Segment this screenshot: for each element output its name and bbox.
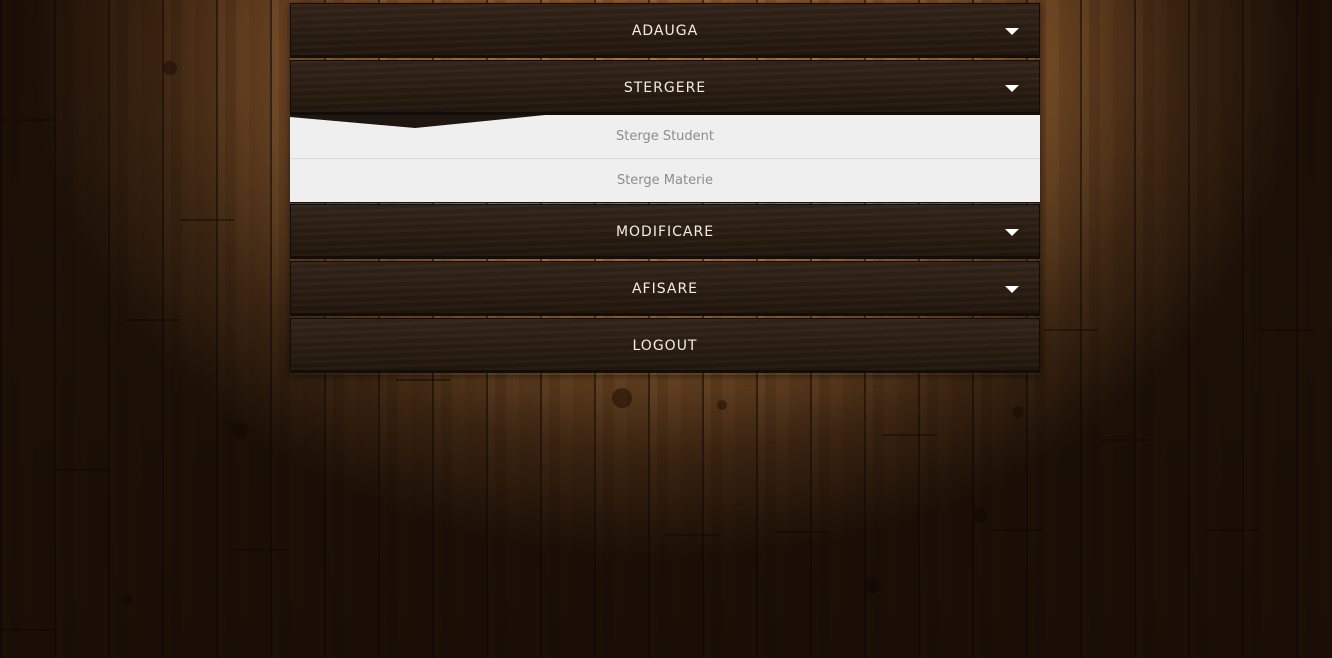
menu-item-modificare[interactable]: MODIFICARE bbox=[290, 204, 1040, 259]
chevron-down-icon bbox=[1005, 28, 1019, 35]
menu-item-logout[interactable]: LOGOUT bbox=[290, 318, 1040, 373]
submenu-pointer bbox=[290, 115, 545, 128]
menu-item-label: LOGOUT bbox=[632, 338, 698, 354]
menu-item-adauga[interactable]: ADAUGA bbox=[290, 3, 1040, 58]
main-menu: ADAUGA STERGERE Sterge Student Sterge Ma… bbox=[290, 3, 1040, 375]
menu-item-label: MODIFICARE bbox=[615, 224, 715, 240]
menu-item-label: ADAUGA bbox=[631, 23, 699, 39]
menu-item-stergere[interactable]: STERGERE bbox=[290, 60, 1040, 115]
submenu-item-sterge-materie[interactable]: Sterge Materie bbox=[290, 159, 1040, 203]
chevron-down-icon bbox=[1005, 286, 1019, 293]
chevron-down-icon bbox=[1005, 229, 1019, 236]
menu-item-afisare[interactable]: AFISARE bbox=[290, 261, 1040, 316]
menu-item-label: STERGERE bbox=[623, 80, 707, 96]
chevron-down-icon bbox=[1005, 85, 1019, 92]
submenu-stergere: Sterge Student Sterge Materie bbox=[290, 115, 1040, 203]
menu-item-label: AFISARE bbox=[631, 281, 699, 297]
